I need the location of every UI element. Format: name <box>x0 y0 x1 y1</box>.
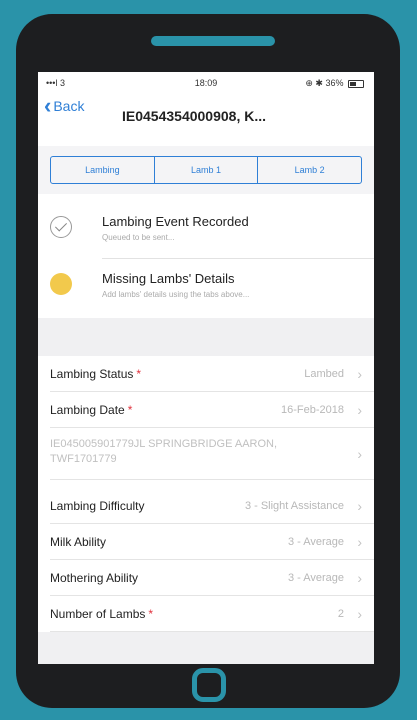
status-bar: •••l 3 18:09 ⊕ ✱ 36% <box>38 72 374 94</box>
notice-missing-details: Missing Lambs' Details Add lambs' detail… <box>38 259 374 315</box>
field-label: Lambing Date * <box>50 403 133 417</box>
battery-icon <box>348 79 364 88</box>
field-label: Milk Ability <box>50 535 107 549</box>
field-value: Lambed <box>304 368 344 380</box>
home-button[interactable] <box>192 668 226 702</box>
phone-speaker <box>151 36 275 46</box>
notice-lambing-recorded: Lambing Event Recorded Queued to be sent… <box>38 202 374 258</box>
notice-subtitle: Add lambs' details using the tabs above.… <box>102 290 250 299</box>
bottom-spacer <box>38 632 374 664</box>
field-value: 16-Feb-2018 <box>281 404 344 416</box>
app-screen: •••l 3 18:09 ⊕ ✱ 36% ‹ Back IE0454354000… <box>38 72 374 664</box>
checkmark-icon <box>50 216 72 238</box>
phone-frame: •••l 3 18:09 ⊕ ✱ 36% ‹ Back IE0454354000… <box>16 14 400 708</box>
field-value: 2 <box>337 608 344 620</box>
warning-icon <box>50 273 72 295</box>
tab-lamb-1[interactable]: Lamb 1 <box>153 157 258 183</box>
back-label: Back <box>53 98 85 114</box>
tab-lamb-2[interactable]: Lamb 2 <box>257 157 361 183</box>
chevron-right-icon: › <box>357 606 362 622</box>
required-marker: * <box>148 607 154 621</box>
lambing-date-row[interactable]: Lambing Date * 16-Feb-2018 › <box>38 392 374 428</box>
back-button[interactable]: ‹ Back <box>44 93 85 118</box>
field-label: Mothering Ability <box>50 571 139 585</box>
field-label: Lambing Difficulty <box>50 499 145 513</box>
chevron-right-icon: › <box>357 570 362 586</box>
segmented-tabs: Lambing Lamb 1 Lamb 2 <box>50 156 362 184</box>
field-value: 3 - Slight Assistance <box>244 500 344 512</box>
notice-title: Missing Lambs' Details <box>102 271 235 286</box>
tab-lambing[interactable]: Lambing <box>51 157 154 183</box>
chevron-right-icon: › <box>357 446 362 462</box>
field-value: 3 - Average <box>287 572 344 584</box>
status-right: ⊕ ✱ 36% <box>305 78 364 89</box>
sire-row[interactable]: IE045005901779JL SPRINGBRIDGE AARON, TWF… <box>38 428 374 480</box>
sire-value: IE045005901779JL SPRINGBRIDGE AARON, TWF… <box>50 438 278 465</box>
mothering-ability-row[interactable]: Mothering Ability 3 - Average › <box>38 560 374 596</box>
lambing-difficulty-row[interactable]: Lambing Difficulty 3 - Slight Assistance… <box>38 488 374 524</box>
page-title: IE0454354000908, K... <box>122 108 267 124</box>
lambing-status-row[interactable]: Lambing Status * Lambed › <box>38 356 374 392</box>
chevron-right-icon: › <box>357 498 362 514</box>
required-marker: * <box>127 403 133 417</box>
required-marker: * <box>136 367 142 381</box>
section-spacer <box>38 318 374 356</box>
chevron-right-icon: › <box>357 366 362 382</box>
notice-subtitle: Queued to be sent... <box>102 233 175 242</box>
chevron-right-icon: › <box>357 534 362 550</box>
battery-percent: ⊕ ✱ 36% <box>305 78 344 88</box>
field-value: 3 - Average <box>287 536 344 548</box>
notice-title: Lambing Event Recorded <box>102 214 249 229</box>
navigation-bar: ‹ Back IE0454354000908, K... <box>38 94 374 130</box>
number-of-lambs-row[interactable]: Number of Lambs * 2 › <box>38 596 374 632</box>
field-label: Lambing Status * <box>50 367 142 381</box>
field-label: Number of Lambs * <box>50 607 154 621</box>
chevron-right-icon: › <box>357 402 362 418</box>
chevron-left-icon: ‹ <box>44 93 52 118</box>
milk-ability-row[interactable]: Milk Ability 3 - Average › <box>38 524 374 560</box>
